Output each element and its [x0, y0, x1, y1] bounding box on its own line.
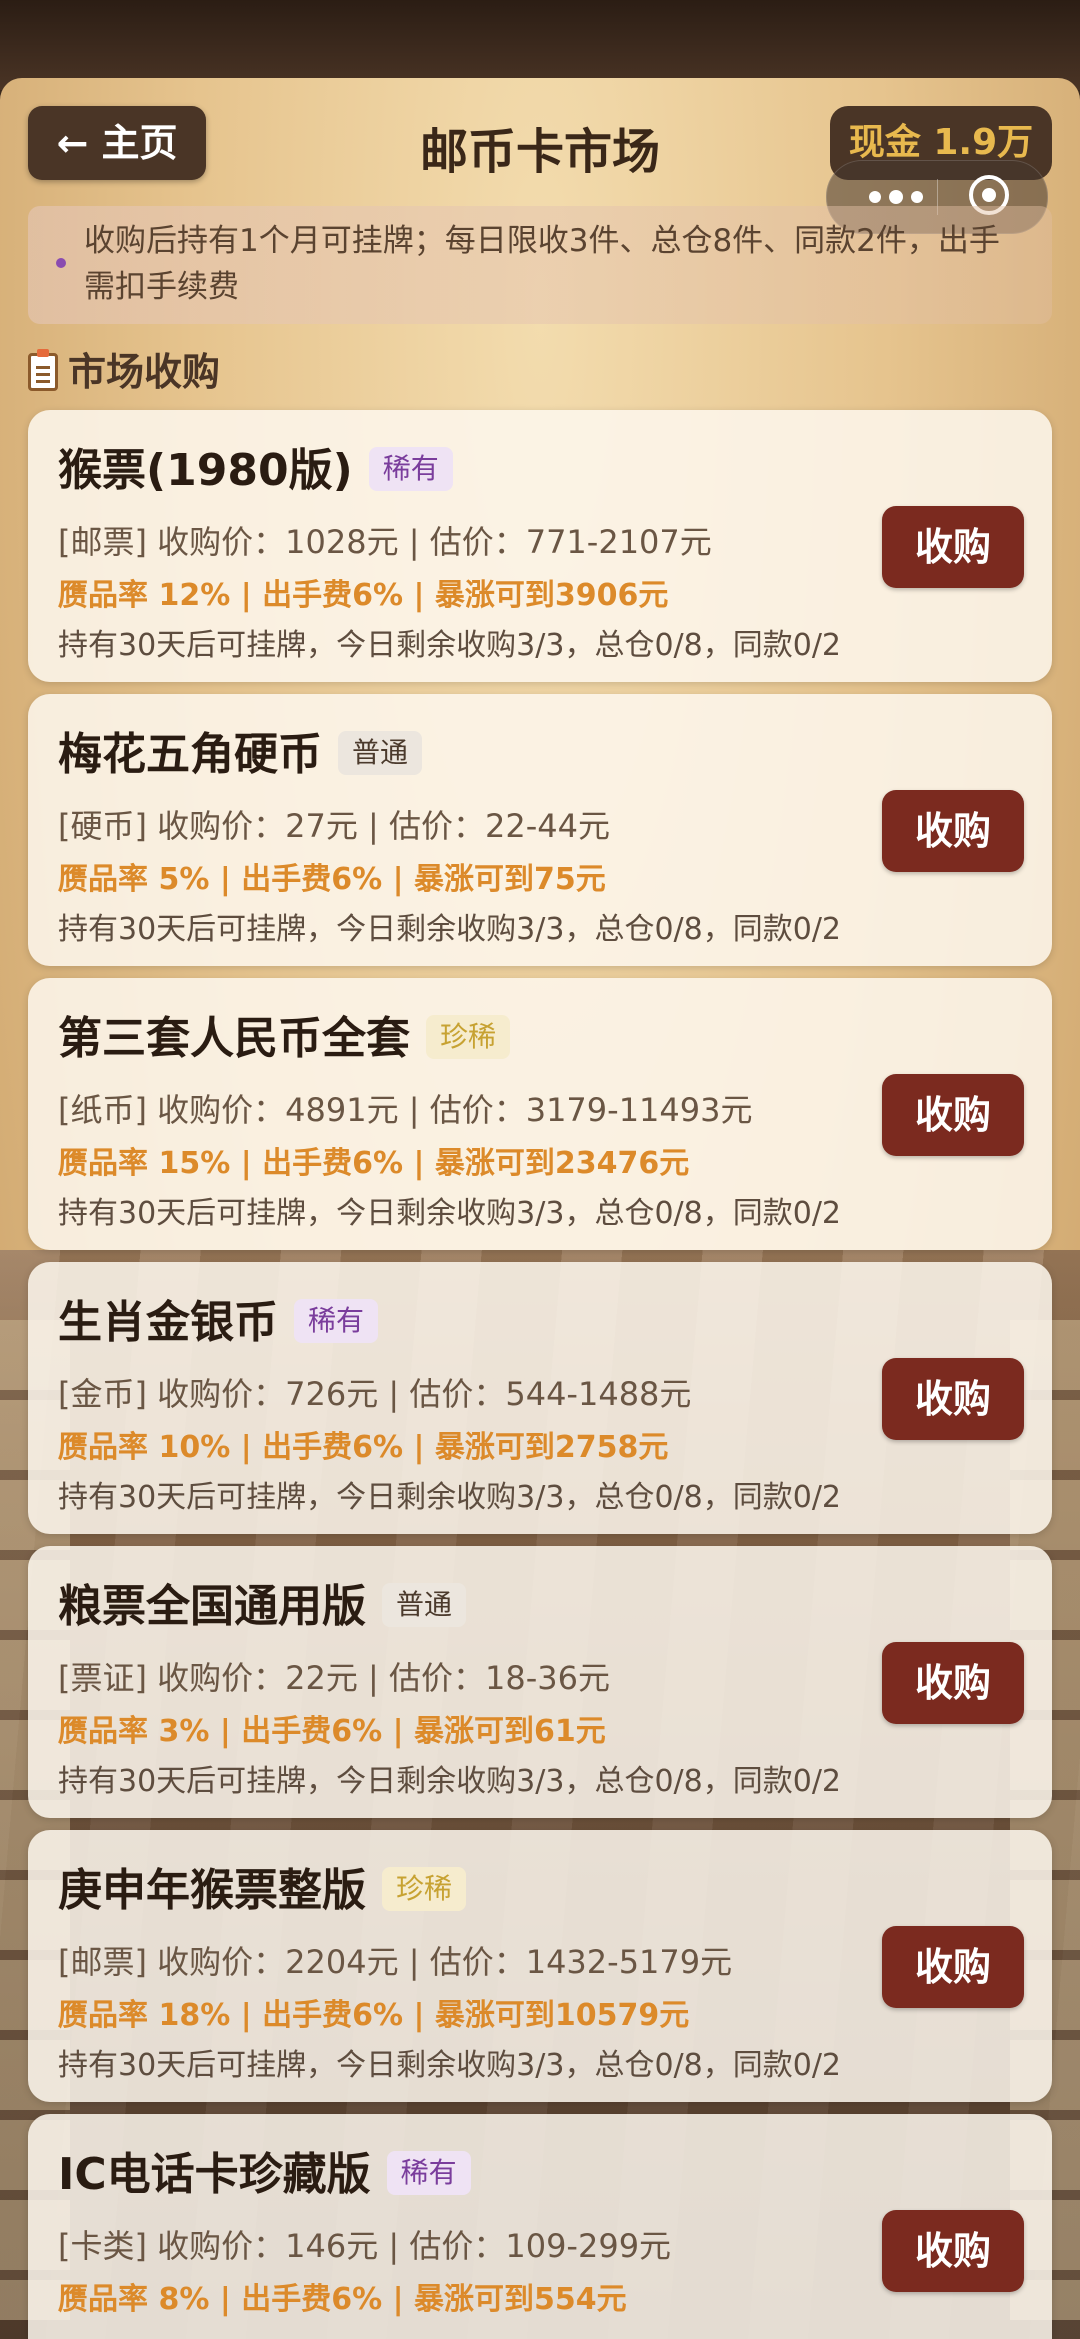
item-name-row: 庚申年猴票整版 珍稀 [58, 1860, 467, 1922]
buy-button[interactable]: 收购 [882, 790, 1024, 872]
item-risk-info: 赝品率 5% | 出手费6% | 暴涨可到75元 [58, 862, 606, 897]
item-name: 粮票全国通用版 [58, 1581, 366, 1632]
item-holding-info: 持有30天后可挂牌，今日剩余收购3/3，总仓0/8，同款0/2 [58, 1480, 842, 1515]
item-risk-info: 赝品率 3% | 出手费6% | 暴涨可到61元 [58, 1714, 606, 1749]
item-price-info: [硬币] 收购价：27元 | 估价：22-44元 [58, 807, 610, 845]
section-title: 市场收购 [28, 344, 220, 400]
item-price-info: [邮票] 收购价：1028元 | 估价：771-2107元 [58, 523, 712, 561]
top-bar-background [0, 0, 1080, 90]
item-name: 猴票(1980版) [58, 445, 353, 496]
item-card: 梅花五角硬币 普通 [硬币] 收购价：27元 | 估价：22-44元 赝品率 5%… [28, 694, 1052, 966]
buy-button[interactable]: 收购 [882, 506, 1024, 588]
item-holding-info: 持有30天后可挂牌，今日剩余收购3/3，总仓0/8，同款0/2 [58, 2048, 842, 2083]
item-name: 第三套人民币全套 [58, 1013, 410, 1064]
item-price-info: [卡类] 收购价：146元 | 估价：109-299元 [58, 2227, 672, 2265]
item-price-info: [金币] 收购价：726元 | 估价：544-1488元 [58, 1375, 692, 1413]
item-name: IC电话卡珍藏版 [58, 2149, 371, 2200]
rarity-tag: 稀有 [294, 1299, 379, 1343]
item-name-row: 生肖金银币 稀有 [58, 1292, 379, 1354]
item-price-info: [邮票] 收购价：2204元 | 估价：1432-5179元 [58, 1943, 733, 1981]
item-card: 生肖金银币 稀有 [金币] 收购价：726元 | 估价：544-1488元 赝品率… [28, 1262, 1052, 1534]
item-card: 第三套人民币全套 珍稀 [纸币] 收购价：4891元 | 估价：3179-1149… [28, 978, 1052, 1250]
rarity-tag: 珍稀 [382, 1867, 467, 1911]
buy-button[interactable]: 收购 [882, 2210, 1024, 2292]
rarity-tag: 普通 [382, 1583, 467, 1627]
item-holding-info: 持有30天后可挂牌，今日剩余收购3/3，总仓0/8，同款0/2 [58, 628, 842, 663]
item-card: 猴票(1980版) 稀有 [邮票] 收购价：1028元 | 估价：771-2107… [28, 410, 1052, 682]
item-risk-info: 赝品率 12% | 出手费6% | 暴涨可到3906元 [58, 578, 669, 613]
item-card: 粮票全国通用版 普通 [票证] 收购价：22元 | 估价：18-36元 赝品率 3… [28, 1546, 1052, 1818]
buy-button[interactable]: 收购 [882, 1358, 1024, 1440]
notice-text: 收购后持有1个月可挂牌；每日限收3件、总仓8件、同款2件，出手需扣手续费 [84, 223, 1000, 305]
item-risk-info: 赝品率 15% | 出手费6% | 暴涨可到23476元 [58, 1146, 690, 1181]
item-price-info: [纸币] 收购价：4891元 | 估价：3179-11493元 [58, 1091, 753, 1129]
bullet-dot-icon [56, 258, 66, 268]
item-price-info: [票证] 收购价：22元 | 估价：18-36元 [58, 1659, 610, 1697]
rarity-tag: 稀有 [368, 447, 453, 491]
rarity-tag: 珍稀 [426, 1015, 511, 1059]
item-name: 庚申年猴票整版 [58, 1865, 366, 1916]
item-holding-info: 持有30天后可挂牌，今日剩余收购3/3，总仓0/8，同款0/2 [58, 1764, 842, 1799]
item-risk-info: 赝品率 10% | 出手费6% | 暴涨可到2758元 [58, 1430, 669, 1465]
item-card: 庚申年猴票整版 珍稀 [邮票] 收购价：2204元 | 估价：1432-5179元… [28, 1830, 1052, 2102]
clipboard-icon [28, 348, 58, 391]
rarity-tag: 普通 [338, 731, 423, 775]
notice-banner: 收购后持有1个月可挂牌；每日限收3件、总仓8件、同款2件，出手需扣手续费 [28, 206, 1052, 324]
item-name-row: 猴票(1980版) 稀有 [58, 440, 453, 502]
item-risk-info: 赝品率 8% | 出手费6% | 暴涨可到554元 [58, 2282, 627, 2317]
item-holding-info: 持有30天后可挂牌，今日剩余收购3/3，总仓0/8，同款0/2 [58, 912, 842, 947]
item-risk-info: 赝品率 18% | 出手费6% | 暴涨可到10579元 [58, 1998, 690, 2033]
item-name: 生肖金银币 [58, 1297, 278, 1348]
rarity-tag: 稀有 [386, 2151, 471, 2195]
item-name-row: 粮票全国通用版 普通 [58, 1576, 467, 1638]
buy-button[interactable]: 收购 [882, 1926, 1024, 2008]
item-name-row: 第三套人民币全套 珍稀 [58, 1008, 511, 1070]
section-title-text: 市场收购 [68, 350, 221, 394]
item-card: IC电话卡珍藏版 稀有 [卡类] 收购价：146元 | 估价：109-299元 赝… [28, 2114, 1052, 2339]
buy-button[interactable]: 收购 [882, 1642, 1024, 1724]
item-holding-info: 持有30天后可挂牌，今日剩余收购3/3，总仓0/8，同款0/2 [58, 1196, 842, 1231]
item-name-row: IC电话卡珍藏版 稀有 [58, 2144, 471, 2206]
item-name: 梅花五角硬币 [58, 729, 322, 780]
item-name-row: 梅花五角硬币 普通 [58, 724, 423, 786]
buy-button[interactable]: 收购 [882, 1074, 1024, 1156]
